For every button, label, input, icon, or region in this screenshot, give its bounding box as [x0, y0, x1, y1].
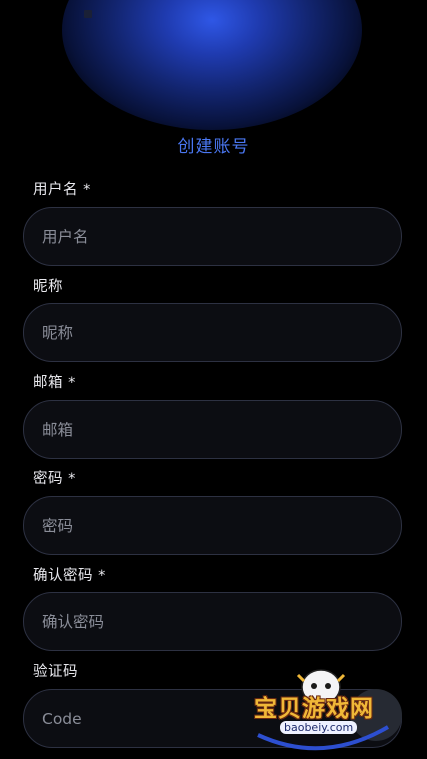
confirm-password-label: 确认密码 * — [33, 568, 106, 584]
captcha-label: 验证码 — [33, 664, 78, 680]
page-title: 创建账号 — [177, 137, 250, 157]
watermark-logo: 宝贝游戏网 baobeiy.com — [248, 665, 398, 755]
watermark-text: 宝贝游戏网 — [254, 696, 374, 722]
username-input[interactable] — [23, 207, 402, 266]
header-glow — [62, 0, 362, 130]
email-input[interactable] — [23, 400, 402, 459]
username-label: 用户名 * — [33, 182, 91, 198]
nickname-input[interactable] — [23, 303, 402, 362]
password-label: 密码 * — [33, 471, 76, 487]
watermark-url: baobeiy.com — [280, 721, 358, 734]
confirm-password-input[interactable] — [23, 592, 402, 651]
nickname-label: 昵称 — [33, 279, 63, 295]
password-input[interactable] — [23, 496, 402, 555]
signup-screen: 创建账号 用户名 * 昵称 邮箱 * 密码 * 确认密码 * 验证码 宝贝游戏网… — [0, 0, 427, 759]
email-label: 邮箱 * — [33, 375, 76, 391]
corner-mark — [84, 10, 92, 18]
